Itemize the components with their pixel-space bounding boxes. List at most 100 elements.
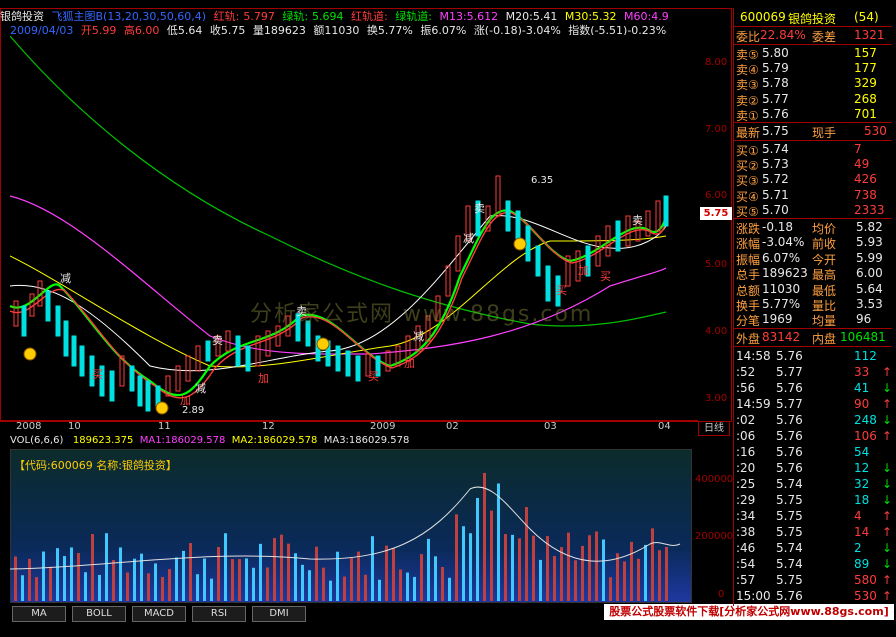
sell-signal-2: 卖 xyxy=(632,214,643,227)
buy-level-price: 5.70 xyxy=(762,202,789,217)
volume-bar xyxy=(245,558,248,601)
tick-row[interactable]: :46 5.74 2 ↓ xyxy=(736,541,892,556)
tick-volume: 14 xyxy=(854,525,870,539)
quote-title-row: 600069 银鸽投资 (54) xyxy=(736,10,888,26)
vol-tick-0: 0 xyxy=(718,589,725,600)
tick-row[interactable]: 14:58 5.76 112 xyxy=(736,349,888,364)
tick-row[interactable]: :02 5.76 248 ↓ xyxy=(736,413,892,428)
stat-row[interactable]: 振幅 6.07% 今开 5.99 xyxy=(736,251,888,267)
tick-row[interactable]: :57 5.75 580 ↑ xyxy=(736,573,892,588)
sell-level-price: 5.79 xyxy=(762,61,789,76)
m20-value: M20:5.41 xyxy=(505,10,558,21)
tick-row[interactable]: :34 5.75 4 ↑ xyxy=(736,509,892,524)
tab-macd[interactable]: MACD xyxy=(132,606,186,622)
period-tab-daily[interactable]: 日线 xyxy=(698,421,730,436)
tick-volume: 248 xyxy=(854,413,877,427)
sell-level-row[interactable]: 卖③ 5.78 329 xyxy=(736,76,888,92)
stat-value: 6.00 xyxy=(856,266,883,281)
price-plot[interactable] xyxy=(10,36,700,416)
tick-row[interactable]: :16 5.76 54 xyxy=(736,445,888,460)
buy-level-price: 5.73 xyxy=(762,157,789,172)
tick-row[interactable]: 15:00 5.76 530 ↑ xyxy=(736,589,892,604)
candlestick xyxy=(235,335,241,367)
volume-bar xyxy=(14,556,17,601)
volume-bar xyxy=(77,552,80,601)
tick-row[interactable]: :54 5.74 89 ↓ xyxy=(736,557,892,572)
buy-level-row[interactable]: 买⑤ 5.70 2333 xyxy=(736,202,888,219)
tick-row[interactable]: 14:59 5.77 90 ↑ xyxy=(736,397,892,412)
volume-bar xyxy=(203,558,206,601)
price-tick-7: 7.00 xyxy=(705,124,728,135)
buy-level-row[interactable]: 买④ 5.71 738 xyxy=(736,188,888,204)
volume-bar xyxy=(497,483,500,601)
time-label-04: 04 xyxy=(658,421,671,432)
tick-row[interactable]: :38 5.75 14 ↑ xyxy=(736,525,892,540)
sell-level-price: 5.78 xyxy=(762,76,789,91)
candlestick xyxy=(663,195,669,227)
volume-bar xyxy=(518,538,521,601)
stat-row[interactable]: 总手 189623 最高 6.00 xyxy=(736,266,888,282)
stat-value: 5.93 xyxy=(856,235,883,250)
buy-level-price: 5.72 xyxy=(762,172,789,187)
now-volume: 530 xyxy=(864,124,887,138)
tab-boll[interactable]: BOLL xyxy=(72,606,126,622)
buy-level-row[interactable]: 买② 5.73 49 xyxy=(736,157,888,173)
tab-dmi[interactable]: DMI xyxy=(252,606,306,622)
stat-row[interactable]: 涨跌 -0.18 均价 5.82 xyxy=(736,220,888,236)
stat-row[interactable]: 总额 11030 最低 5.64 xyxy=(736,282,888,298)
tick-row[interactable]: :20 5.76 12 ↓ xyxy=(736,461,892,476)
bar-index: 指数(-5.51)-0.23% xyxy=(568,24,667,35)
candlestick xyxy=(145,380,151,412)
smiley-icon xyxy=(155,401,169,415)
volume-bar xyxy=(210,578,213,601)
candlestick xyxy=(445,265,451,297)
tick-time: :34 xyxy=(736,509,756,523)
stat-value: 3.53 xyxy=(856,297,883,311)
tick-time: :25 xyxy=(736,477,756,491)
candlestick xyxy=(655,200,661,232)
sell-level-row[interactable]: 卖② 5.77 268 xyxy=(736,92,888,108)
tab-ma[interactable]: MA xyxy=(12,606,66,622)
stat-row[interactable]: 涨幅 -3.04% 前收 5.93 xyxy=(736,235,888,251)
tick-time: :54 xyxy=(736,557,756,571)
sell-level-row[interactable]: 卖⑤ 5.80 157 xyxy=(736,46,888,62)
volume-bar xyxy=(343,576,346,601)
stat-row[interactable]: 换手 5.77% 量比 3.53 xyxy=(736,297,888,313)
price-tick-8: 8.00 xyxy=(705,57,728,68)
volume-bar xyxy=(252,567,255,601)
volume-bar xyxy=(427,538,430,601)
sell-signal: 卖 xyxy=(474,202,485,215)
inner-value: 106481 xyxy=(840,330,886,344)
tick-time: :29 xyxy=(736,493,756,507)
tick-row[interactable]: :52 5.77 33 ↑ xyxy=(736,365,892,380)
tick-row[interactable]: :06 5.76 106 ↑ xyxy=(736,429,892,444)
volume-bar xyxy=(602,539,605,601)
bar-high: 高6.00 xyxy=(123,24,160,35)
indicator-name[interactable]: 飞狐主图B(13,20,30,50,60,4) xyxy=(52,10,207,21)
volume-bar xyxy=(280,534,283,601)
candlestick xyxy=(63,320,69,357)
stat-row[interactable]: 分笔 1969 均量 96 xyxy=(736,312,888,328)
buy-level-row[interactable]: 买③ 5.72 426 xyxy=(736,172,888,188)
tick-row[interactable]: :56 5.76 41 ↓ xyxy=(736,381,892,396)
stock-code: 600069 xyxy=(740,10,786,24)
tick-row[interactable]: :25 5.74 32 ↓ xyxy=(736,477,892,492)
tick-direction: ↓ xyxy=(882,381,893,395)
volume-bar xyxy=(175,557,178,601)
tick-row[interactable]: :29 5.75 18 ↓ xyxy=(736,493,892,508)
volume-bar xyxy=(147,573,150,601)
tick-time: :20 xyxy=(736,461,756,475)
tick-direction: ↓ xyxy=(882,413,893,427)
volume-bar xyxy=(476,497,479,601)
footer-banner[interactable]: 股票公式股票软件下载[分析家公式网www.88gs.com] xyxy=(604,604,894,620)
indicator-header: 银鸽投资 飞狐主图B(13,20,30,50,60,4) 红轨: 5.797 绿轨… xyxy=(0,8,730,21)
stat-value: 96 xyxy=(856,312,872,327)
volume-bar xyxy=(91,534,94,601)
tick-volume: 54 xyxy=(854,445,870,459)
buy-level-row[interactable]: 买① 5.74 7 xyxy=(736,142,888,158)
tick-price: 5.76 xyxy=(776,461,803,475)
tab-rsi[interactable]: RSI xyxy=(192,606,246,622)
sell-level-row[interactable]: 卖① 5.76 701 xyxy=(736,107,888,123)
sell-level-row[interactable]: 卖④ 5.79 177 xyxy=(736,61,888,77)
weicha-value: 1321 xyxy=(854,28,885,42)
